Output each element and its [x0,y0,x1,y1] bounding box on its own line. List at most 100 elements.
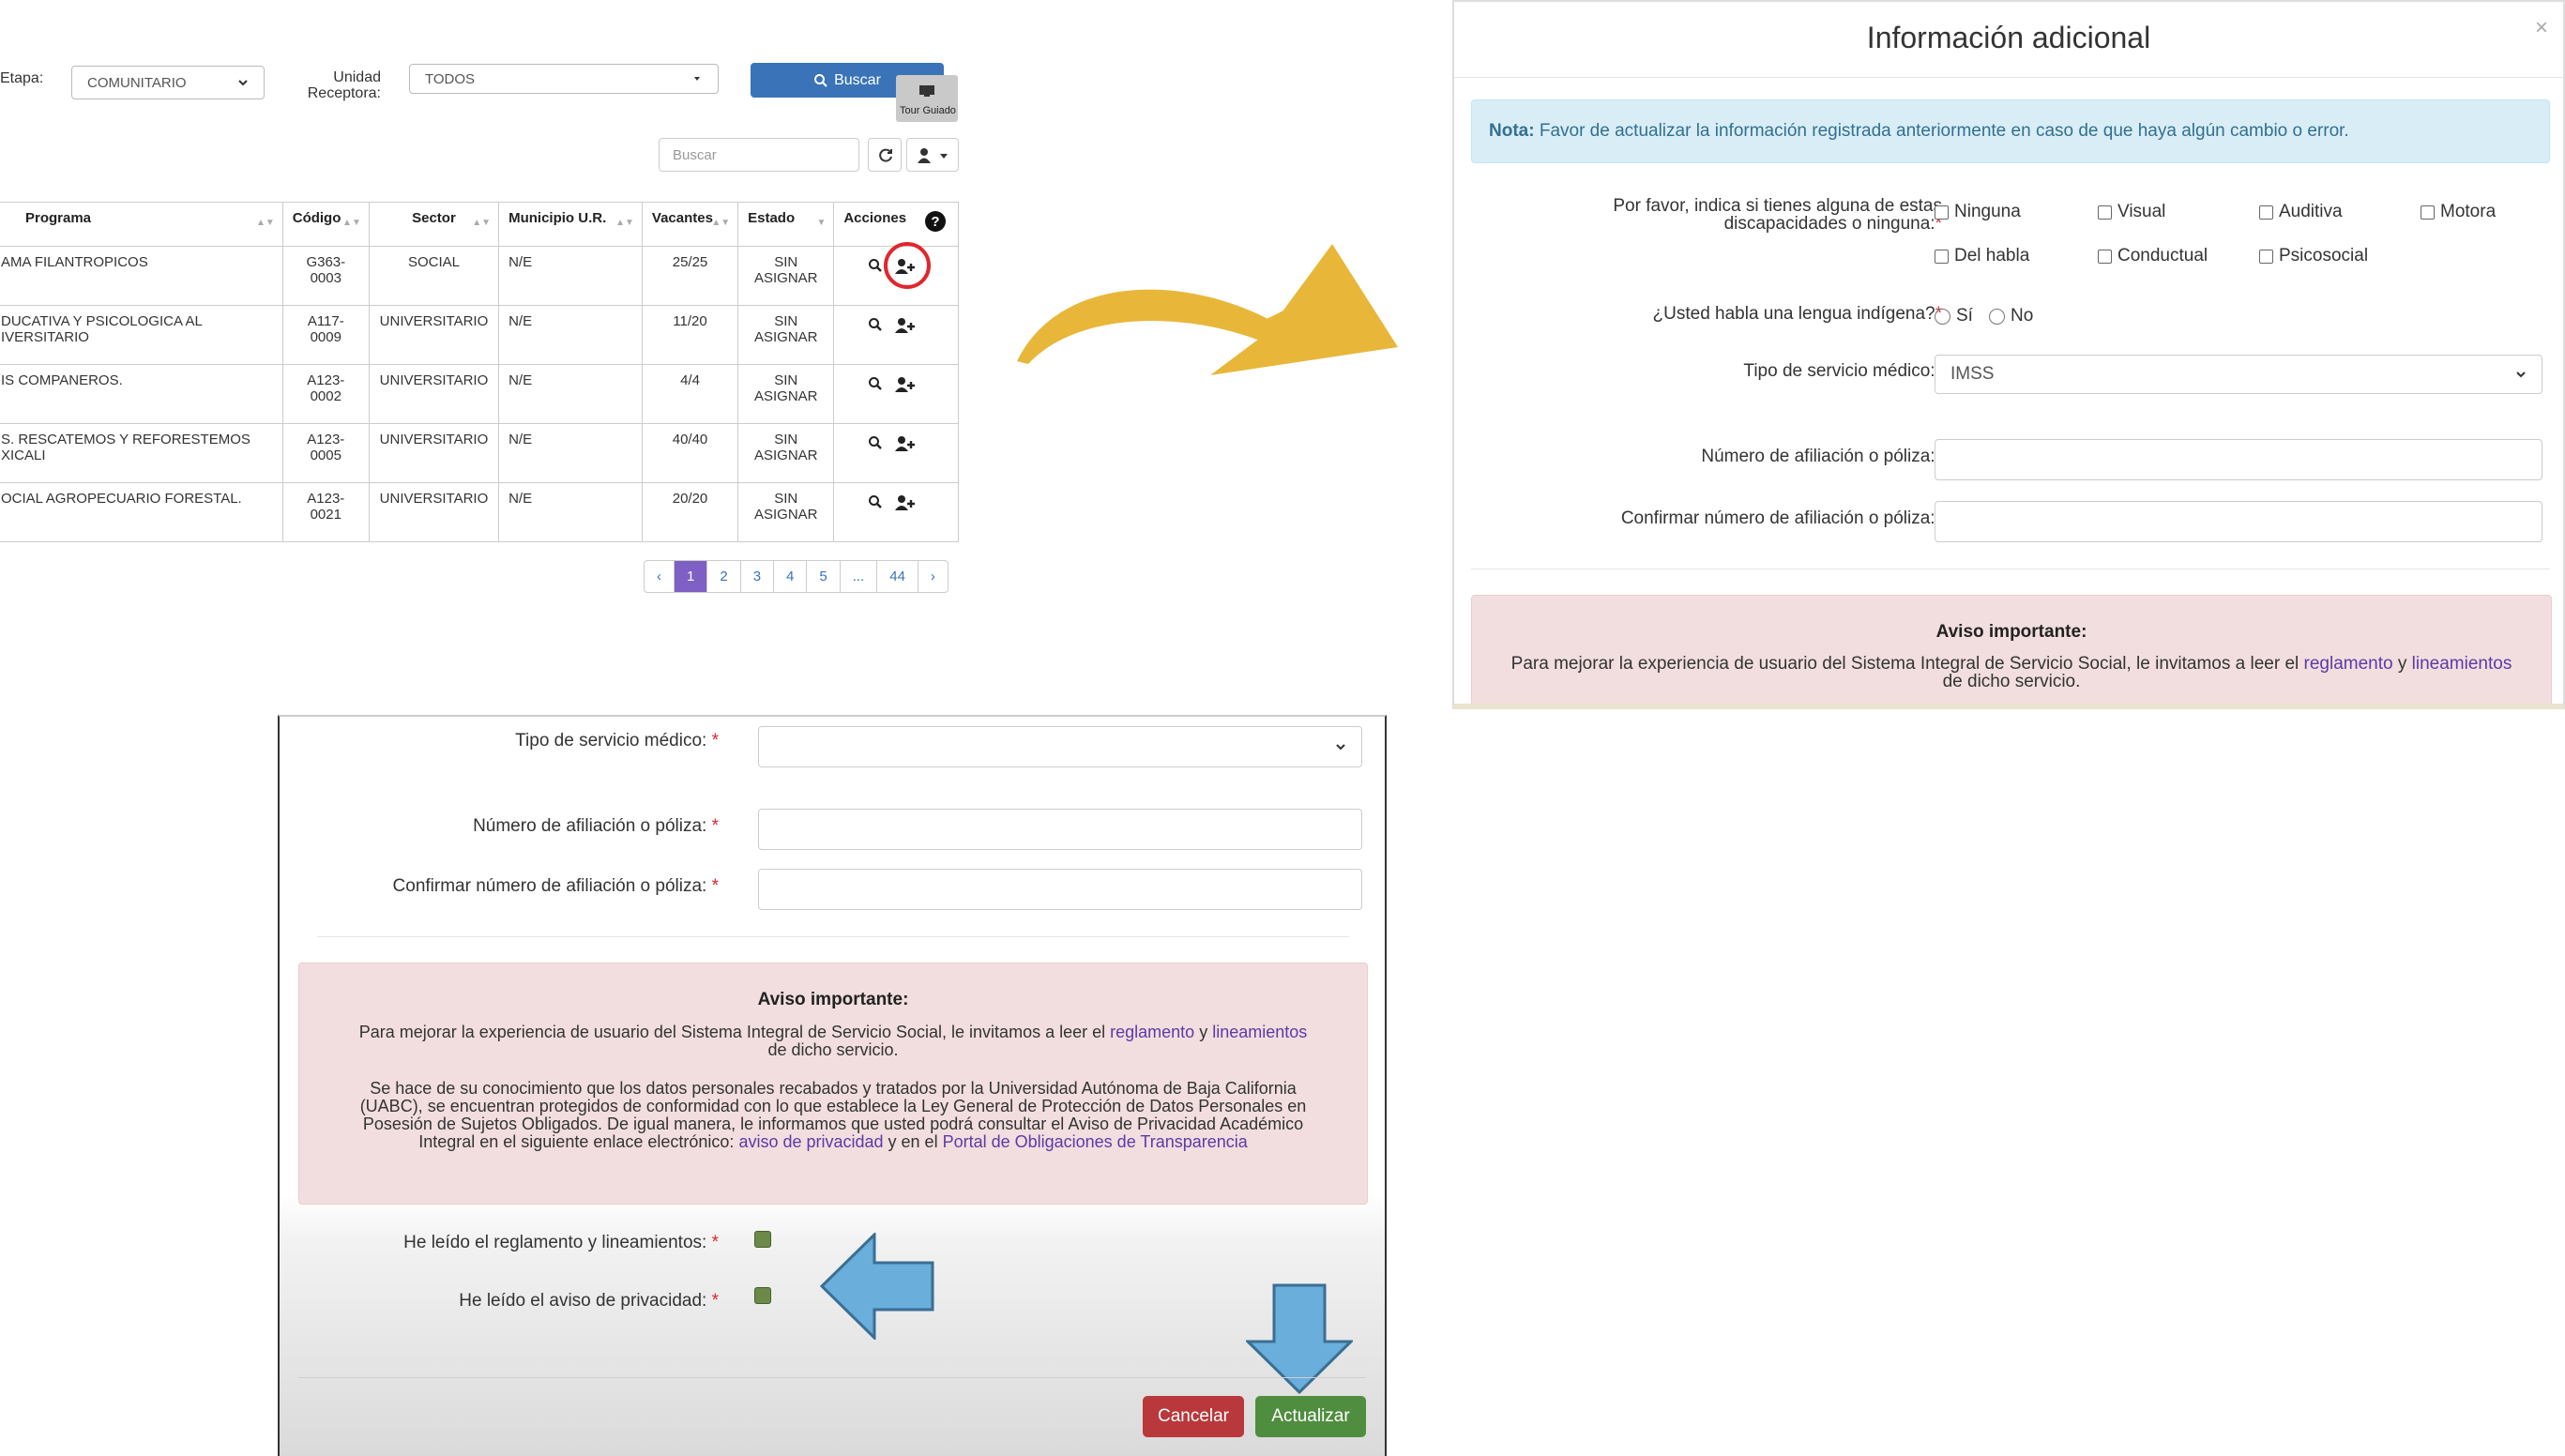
discap-label: Por favor, indica si tienes alguna de es… [1613,196,1942,234]
radio-si[interactable]: Sí [1935,306,1973,326]
cell-programa: OCIAL AGROPECUARIO FORESTAL. [0,482,283,542]
checkbox-visual[interactable]: Visual [2098,202,2165,222]
col-municipio[interactable]: Municipio U.R. ▲▼ [498,202,643,247]
cell-programa: DUCATIVA Y PSICOLOGICA AL IVERSITARIO [0,305,283,365]
help-icon[interactable]: ? [924,210,947,233]
caret-down-icon [940,154,948,159]
cell-codigo: A123-0002 [281,364,370,424]
close-icon[interactable]: × [2535,15,2548,41]
cell-acciones [833,482,959,542]
table-search-input[interactable]: Buscar [659,138,859,172]
page-link[interactable]: 4 [774,561,808,592]
col-sector[interactable]: Sector ▲▼ [368,202,500,247]
unidad-label: Unidad Receptora: [307,69,381,101]
page-link[interactable]: ‹ [645,561,675,592]
modal-title: Información adicional [1866,21,2151,54]
chevron-down-icon [1336,744,1345,751]
columns-toggle-button[interactable] [906,138,959,172]
add-user-icon[interactable] [894,494,917,511]
col-codigo[interactable]: Código ▲▼ [281,202,370,247]
table-row: DUCATIVA Y PSICOLOGICA AL IVERSITARIO A11… [0,305,959,365]
leido-reglamento-label: He leído el reglamento y lineamientos: * [403,1233,719,1252]
view-search-icon[interactable] [868,376,883,391]
servicio-select[interactable]: IMSS [1935,355,2542,394]
add-user-icon[interactable] [894,317,917,334]
checkbox-ninguna[interactable]: Ninguna [1935,202,2021,222]
cell-municipio: N/E [498,423,643,483]
servicio-select[interactable] [758,726,1362,767]
checkbox-motora[interactable]: Motora [2421,202,2496,222]
add-user-icon[interactable] [894,435,917,452]
cell-municipio: N/E [498,246,643,306]
checkbox-psicosocial[interactable]: Psicosocial [2259,246,2368,266]
confirmar-label: Confirmar número de afiliación o póliza:… [1620,508,1942,528]
page-link[interactable]: › [918,561,948,592]
cell-acciones [833,305,959,365]
leido-reglamento-checkbox[interactable] [754,1231,771,1248]
unidad-select[interactable]: TODOS [409,64,719,94]
cell-sector: UNIVERSITARIO [368,423,500,483]
svg-text:?: ? [931,214,939,230]
cell-acciones [833,364,959,424]
etapa-select[interactable]: COMUNITARIO [71,66,265,99]
afiliacion-input[interactable] [758,809,1362,850]
checkbox-del-habla[interactable]: Del habla [1935,246,2029,266]
cell-sector: UNIVERSITARIO [368,482,500,542]
cell-programa: S. RESCATEMOS Y REFORESTEMOS XICALI [0,423,283,483]
cell-acciones [833,242,959,306]
cell-codigo: A123-0005 [281,423,370,483]
checkbox-auditiva[interactable]: Auditiva [2259,202,2343,222]
col-vacantes[interactable]: Vacantes ▲▼ [641,202,739,247]
cell-municipio: N/E [498,364,643,424]
cancel-button[interactable]: Cancelar [1143,1396,1244,1437]
view-search-icon[interactable] [868,258,883,273]
radio-no[interactable]: No [1989,306,2033,326]
confirmar-input[interactable] [1935,501,2542,542]
reglamento-link[interactable]: reglamento [2304,654,2393,674]
checkbox-conductual[interactable]: Conductual [2098,246,2208,266]
aviso-text: Para mejorar la experiencia de usuario d… [1510,654,2512,691]
lineamientos-link[interactable]: lineamientos [1212,1023,1307,1041]
aviso-title: Aviso importante: [757,990,909,1009]
cell-estado: SIN ASIGNAR [737,423,835,483]
tour-label: Tour Guiado [900,105,956,116]
table-header-row: Programa ▲▼ Código ▲▼ Sector ▲▼ Municipio U… [0,202,959,247]
col-estado[interactable]: Estado ▼ [737,202,835,247]
tour-button[interactable]: Tour Guiado [896,75,958,122]
update-button[interactable]: Actualizar [1255,1396,1366,1437]
refresh-icon [879,148,892,162]
view-search-icon[interactable] [868,317,883,332]
page-link[interactable]: 44 [877,561,918,592]
servicio-label: Tipo de servicio médico: * [515,731,719,751]
aviso-title: Aviso importante: [1935,622,2087,642]
col-programa[interactable]: Programa ▲▼ [0,202,283,247]
curved-arrow-icon [1017,244,1398,375]
page-link[interactable]: 1 [675,561,708,592]
page-link[interactable]: 5 [807,561,841,592]
page-link[interactable]: 2 [707,561,741,592]
leido-aviso-checkbox[interactable] [754,1287,771,1304]
page-link[interactable]: ... [841,561,878,592]
afiliacion-input[interactable] [1935,439,2542,480]
footer-divider [298,1377,1366,1378]
confirmar-input[interactable] [758,869,1362,910]
add-user-icon[interactable] [894,376,917,393]
cell-codigo: A117-0009 [281,305,370,365]
refresh-button[interactable] [868,138,902,172]
reglamento-link[interactable]: reglamento [1110,1023,1194,1041]
cell-vacantes: 25/25 [641,246,739,306]
lineamientos-link[interactable]: lineamientos [2412,654,2512,674]
page-link[interactable]: 3 [741,561,775,592]
portal-transparencia-link[interactable]: Portal de Obligaciones de Transparencia [943,1132,1248,1151]
user-columns-icon [918,148,931,163]
cell-programa: IS COMPANEROS. [0,364,283,424]
aviso-privacidad-link[interactable]: aviso de privacidad [738,1132,883,1151]
cell-estado: SIN ASIGNAR [737,364,835,424]
divider [317,936,1349,937]
privacy-text: Se hace de su conocimiento que los datos… [359,1079,1307,1151]
aviso-box: Aviso importante: Para mejorar la experi… [298,963,1368,1205]
view-search-icon[interactable] [868,494,883,509]
cell-sector: SOCIAL [368,246,500,306]
servicio-value: IMSS [1950,364,1995,384]
view-search-icon[interactable] [868,435,883,450]
